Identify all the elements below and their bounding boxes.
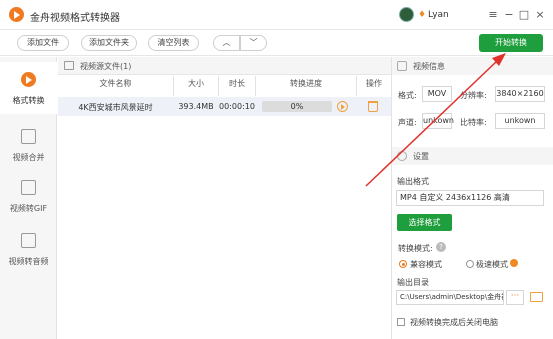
clear-list-button[interactable]: 清空列表 <box>148 35 199 51</box>
sidebar-item-video-to-gif[interactable]: 视频转GIF <box>0 170 57 222</box>
file-duration-cell: 00:00:10 <box>219 102 255 111</box>
column-header-name: 文件名称 <box>99 79 132 88</box>
file-list-title: 视频源文件(1) <box>80 62 132 71</box>
channel-value: unkown <box>422 113 454 129</box>
video-info-title: 视频信息 <box>413 62 445 71</box>
output-dir-label: 输出目录 <box>397 278 429 287</box>
sidebar-item-label: 视频合并 <box>12 153 45 162</box>
image-icon <box>21 180 36 195</box>
output-format-label: 输出格式 <box>397 177 429 186</box>
app-logo-icon <box>9 7 24 22</box>
browse-button[interactable]: ··· <box>506 290 524 305</box>
app-title: 金舟视频格式转换器 <box>30 13 120 24</box>
column-divider <box>218 76 219 96</box>
file-list-header: 视频源文件(1) <box>58 57 391 75</box>
sidebar-item-label: 视频转GIF <box>9 204 48 213</box>
close-button[interactable]: × <box>533 8 547 22</box>
fast-mode-label[interactable]: 极速模式 <box>476 259 508 270</box>
sidebar: 格式转换 视频合并 视频转GIF 视频转音频 <box>0 57 57 339</box>
progress-text: 0% <box>290 102 304 111</box>
vip-badge-icon <box>510 259 518 267</box>
move-up-button[interactable]: ︿ <box>213 35 240 51</box>
sidebar-item-video-merge[interactable]: 视频合并 <box>0 119 57 171</box>
bitrate-value: unkown <box>495 113 545 129</box>
settings-title: 设置 <box>413 152 429 161</box>
output-dir-field[interactable]: C:\Users\admin\Desktop\金舟视 <box>396 290 504 305</box>
format-value: MOV <box>422 86 452 102</box>
username[interactable]: Lyan <box>428 10 449 20</box>
maximize-button[interactable]: □ <box>517 8 531 22</box>
gear-icon <box>397 151 407 161</box>
column-divider <box>173 76 174 96</box>
shutdown-checkbox[interactable] <box>397 318 405 326</box>
fast-mode-radio[interactable] <box>466 260 474 268</box>
sidebar-item-format-convert[interactable]: 格式转换 <box>0 62 57 114</box>
menu-icon[interactable]: ≡ <box>486 8 500 22</box>
column-divider <box>356 76 357 96</box>
add-folder-button[interactable]: 添加文件夹 <box>81 35 137 51</box>
music-icon <box>21 233 36 248</box>
sidebar-item-label: 格式转换 <box>12 96 45 105</box>
compatible-mode-label[interactable]: 兼容模式 <box>410 259 442 270</box>
file-name-cell: 4K西安城市风景延时 <box>78 103 153 112</box>
format-label: 格式: <box>398 91 417 100</box>
play-icon <box>21 72 36 87</box>
shutdown-label[interactable]: 视频转换完成后关闭电脑 <box>410 317 498 328</box>
column-header-duration: 时长 <box>229 79 245 88</box>
resolution-value: 3840×2160 <box>495 86 545 102</box>
file-size-cell: 393.4MB <box>178 102 214 111</box>
output-format-field[interactable]: MP4 自定义 2436x1126 高清 <box>396 190 544 206</box>
title-bar: 金舟视频格式转换器 ♦ Lyan ≡ − □ × <box>0 0 553 30</box>
column-header-size: 大小 <box>188 79 204 88</box>
bitrate-label: 比特率: <box>460 118 487 127</box>
info-icon <box>397 61 407 71</box>
move-down-button[interactable]: ﹀ <box>240 35 267 51</box>
convert-mode-label: 转换模式: <box>398 244 433 253</box>
settings-header: 设置 <box>392 147 553 165</box>
play-icon[interactable] <box>337 101 348 112</box>
open-folder-icon[interactable] <box>530 292 543 302</box>
compatible-mode-radio[interactable] <box>399 260 407 268</box>
sidebar-item-label: 视频转音频 <box>8 257 49 266</box>
merge-icon <box>21 129 36 144</box>
select-format-button[interactable]: 选择格式 <box>397 214 452 231</box>
add-file-button[interactable]: 添加文件 <box>17 35 69 51</box>
folder-icon <box>64 61 74 70</box>
minimize-button[interactable]: − <box>502 8 516 22</box>
sidebar-item-video-to-audio[interactable]: 视频转音频 <box>0 223 57 275</box>
column-header-action: 操作 <box>366 79 382 88</box>
toolbar: 添加文件 添加文件夹 清空列表 ︿ ﹀ 开始转换 <box>0 30 553 56</box>
vip-diamond-icon: ♦ <box>418 10 427 20</box>
conversion-progress-bar: 0% <box>262 101 332 112</box>
trash-icon[interactable] <box>368 101 378 112</box>
start-convert-button[interactable]: 开始转换 <box>479 34 543 52</box>
resolution-label: 分辨率: <box>460 91 487 100</box>
channel-label: 声道: <box>398 118 417 127</box>
video-info-header: 视频信息 <box>392 57 553 75</box>
column-divider <box>255 76 256 96</box>
help-icon[interactable]: ? <box>436 242 446 252</box>
user-avatar[interactable] <box>399 7 414 22</box>
column-header-progress: 转换进度 <box>290 79 322 88</box>
